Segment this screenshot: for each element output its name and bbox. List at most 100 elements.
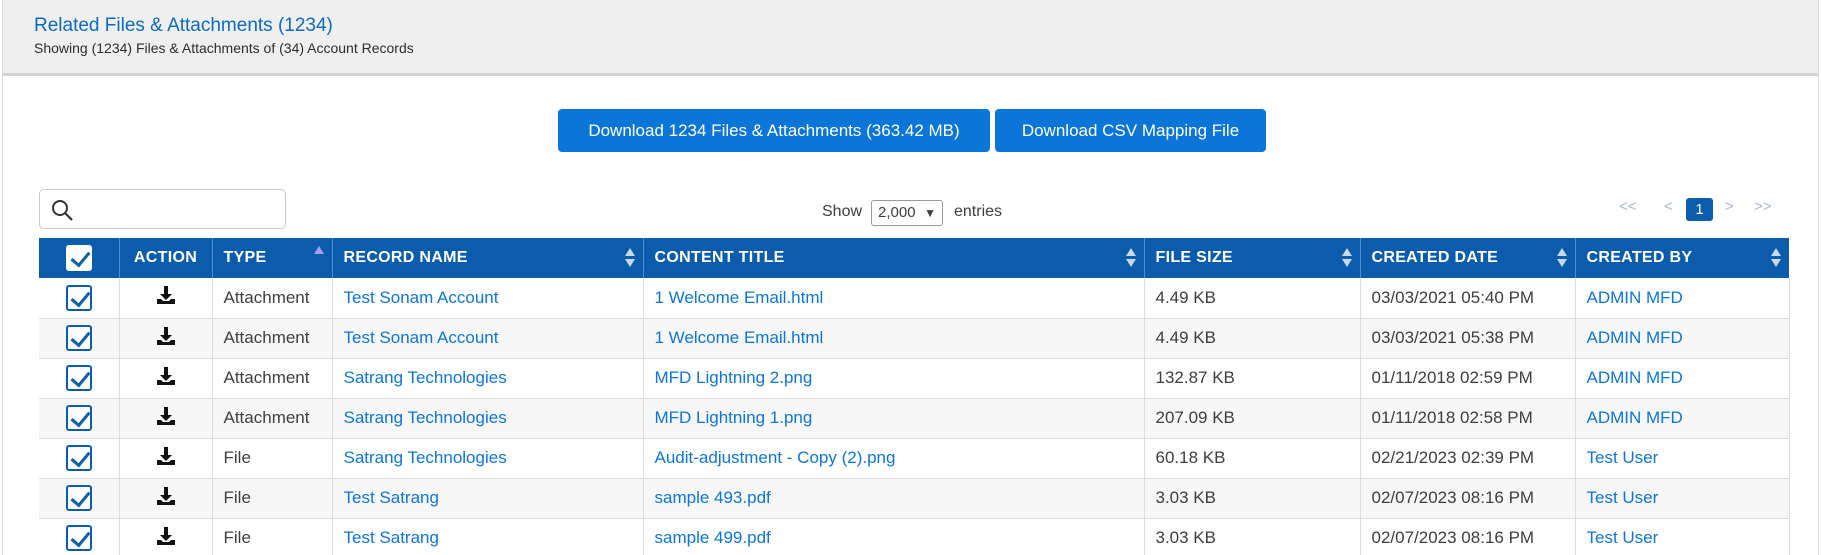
cell-created-date: 02/07/2023 08:16 PM bbox=[1360, 478, 1576, 519]
column-header-created-date[interactable]: CREATED DATE bbox=[1360, 238, 1576, 278]
row-checkbox-cell[interactable] bbox=[39, 398, 120, 439]
cell-file-size: 60.18 KB bbox=[1144, 438, 1361, 479]
content-title-link[interactable]: sample 499.pdf bbox=[643, 518, 1145, 555]
page-current-button[interactable]: 1 bbox=[1686, 198, 1713, 221]
content-title-link[interactable]: 1 Welcome Email.html bbox=[643, 318, 1145, 359]
download-icon[interactable] bbox=[155, 286, 177, 310]
search-input[interactable] bbox=[39, 189, 286, 229]
row-checkbox-cell[interactable] bbox=[39, 438, 120, 479]
column-header-created-by[interactable]: CREATED BY bbox=[1575, 238, 1789, 278]
record-name-link[interactable]: Test Sonam Account bbox=[332, 278, 644, 319]
row-checkbox-cell[interactable] bbox=[39, 278, 120, 319]
column-header-content-title-label: CONTENT TITLE bbox=[654, 249, 785, 266]
download-csv-button[interactable]: Download CSV Mapping File bbox=[995, 109, 1266, 152]
download-icon[interactable] bbox=[155, 406, 177, 431]
page-first-button[interactable]: << bbox=[1619, 198, 1637, 215]
row-checkbox[interactable] bbox=[65, 445, 92, 471]
download-action-cell[interactable] bbox=[119, 438, 213, 479]
content-title-link[interactable]: Audit-adjustment - Copy (2).png bbox=[643, 438, 1145, 479]
row-checkbox[interactable] bbox=[65, 325, 92, 351]
download-icon[interactable] bbox=[155, 446, 177, 471]
row-checkbox[interactable] bbox=[65, 284, 92, 311]
cell-type: Attachment bbox=[212, 318, 333, 359]
select-all-checkbox[interactable] bbox=[65, 245, 92, 271]
row-checkbox[interactable] bbox=[65, 365, 92, 391]
cell-created-date: 01/11/2018 02:59 PM bbox=[1360, 358, 1576, 399]
column-header-file-size[interactable]: FILE SIZE bbox=[1144, 238, 1361, 278]
cell-type: Attachment bbox=[212, 398, 333, 439]
sort-icon bbox=[1125, 248, 1136, 268]
cell-created-date: 03/03/2021 05:38 PM bbox=[1360, 318, 1576, 359]
created-by-link[interactable]: ADMIN MFD bbox=[1575, 398, 1790, 439]
cell-file-size: 132.87 KB bbox=[1144, 358, 1361, 399]
cell-type: Attachment bbox=[212, 278, 333, 319]
row-checkbox[interactable] bbox=[65, 525, 92, 551]
row-checkbox-cell[interactable] bbox=[39, 518, 120, 555]
row-checkbox-cell[interactable] bbox=[39, 358, 120, 399]
column-header-type[interactable]: TYPE bbox=[212, 238, 333, 278]
content-title-link[interactable]: 1 Welcome Email.html bbox=[643, 278, 1145, 319]
row-checkbox-cell[interactable] bbox=[39, 318, 120, 359]
page-subtitle: Showing (1234) Files & Attachments of (3… bbox=[34, 40, 414, 56]
download-icon[interactable] bbox=[155, 326, 177, 351]
files-panel: Related Files & Attachments (1234) Showi… bbox=[2, 0, 1819, 555]
table-row: File Test Satrang sample 493.pdf 3.03 KB 02/… bbox=[39, 478, 1790, 519]
record-name-link[interactable]: Satrang Technologies bbox=[332, 398, 644, 439]
chevron-down-icon: ▼ bbox=[924, 206, 936, 220]
record-name-link[interactable]: Test Sonam Account bbox=[332, 318, 644, 359]
sort-asc-icon bbox=[313, 246, 324, 254]
download-icon[interactable] bbox=[155, 526, 177, 551]
page-last-button[interactable]: >> bbox=[1754, 198, 1772, 215]
cell-created-date: 01/11/2018 02:58 PM bbox=[1360, 398, 1576, 439]
cell-type: File bbox=[212, 478, 333, 519]
page-next-button[interactable]: > bbox=[1725, 198, 1734, 215]
page-prev-button[interactable]: < bbox=[1664, 198, 1673, 215]
content-title-link[interactable]: MFD Lightning 1.png bbox=[643, 398, 1145, 439]
table-row: Attachment Satrang Technologies MFD Lightn… bbox=[39, 398, 1790, 439]
download-icon[interactable] bbox=[155, 486, 177, 511]
row-checkbox[interactable] bbox=[65, 405, 92, 431]
show-label: Show bbox=[822, 203, 863, 220]
download-action-cell[interactable] bbox=[119, 398, 213, 439]
created-by-link[interactable]: ADMIN MFD bbox=[1575, 358, 1790, 399]
column-header-created-by-label: CREATED BY bbox=[1586, 249, 1693, 266]
select-all-checkbox-cell[interactable] bbox=[39, 238, 120, 278]
record-name-link[interactable]: Satrang Technologies bbox=[332, 358, 644, 399]
record-name-link[interactable]: Satrang Technologies bbox=[332, 438, 644, 479]
content-title-link[interactable]: MFD Lightning 2.png bbox=[643, 358, 1145, 399]
download-files-button[interactable]: Download 1234 Files & Attachments (363.4… bbox=[558, 109, 990, 152]
content-title-link[interactable]: sample 493.pdf bbox=[643, 478, 1145, 519]
created-by-link[interactable]: ADMIN MFD bbox=[1575, 318, 1790, 359]
column-header-content-title[interactable]: CONTENT TITLE bbox=[643, 238, 1145, 278]
search-icon bbox=[52, 200, 73, 221]
column-header-record-name[interactable]: RECORD NAME bbox=[332, 238, 644, 278]
record-name-link[interactable]: Test Satrang bbox=[332, 478, 644, 519]
entries-select[interactable]: 2,000 ▼ bbox=[871, 200, 943, 226]
row-checkbox[interactable] bbox=[65, 485, 92, 511]
created-by-link[interactable]: ADMIN MFD bbox=[1575, 278, 1790, 319]
column-header-action: ACTION bbox=[119, 238, 213, 278]
record-name-link[interactable]: Test Satrang bbox=[332, 518, 644, 555]
cell-file-size: 4.49 KB bbox=[1144, 278, 1361, 319]
table-row: File Satrang Technologies Audit-adjustment… bbox=[39, 438, 1790, 479]
row-checkbox-cell[interactable] bbox=[39, 478, 120, 519]
column-header-file-size-label: FILE SIZE bbox=[1155, 249, 1233, 266]
created-by-link[interactable]: Test User bbox=[1575, 438, 1790, 479]
created-by-link[interactable]: Test User bbox=[1575, 478, 1790, 519]
cell-file-size: 3.03 KB bbox=[1144, 478, 1361, 519]
download-action-cell[interactable] bbox=[119, 518, 213, 555]
table-row: Attachment Satrang Technologies MFD Lightn… bbox=[39, 358, 1790, 399]
cell-type: File bbox=[212, 438, 333, 479]
download-action-cell[interactable] bbox=[119, 478, 213, 519]
created-by-link[interactable]: Test User bbox=[1575, 518, 1790, 555]
column-header-record-name-label: RECORD NAME bbox=[343, 249, 468, 266]
download-action-cell[interactable] bbox=[119, 358, 213, 399]
sort-icon bbox=[1771, 248, 1781, 268]
download-icon[interactable] bbox=[155, 366, 177, 391]
cell-type: File bbox=[212, 518, 333, 555]
panel-header: Related Files & Attachments (1234) Showi… bbox=[3, 0, 1818, 76]
files-table: ACTION TYPE RECORD NAME CONTENT TITLE FI… bbox=[39, 238, 1790, 555]
cell-file-size: 4.49 KB bbox=[1144, 318, 1361, 359]
download-action-cell[interactable] bbox=[119, 278, 213, 319]
download-action-cell[interactable] bbox=[119, 318, 213, 359]
